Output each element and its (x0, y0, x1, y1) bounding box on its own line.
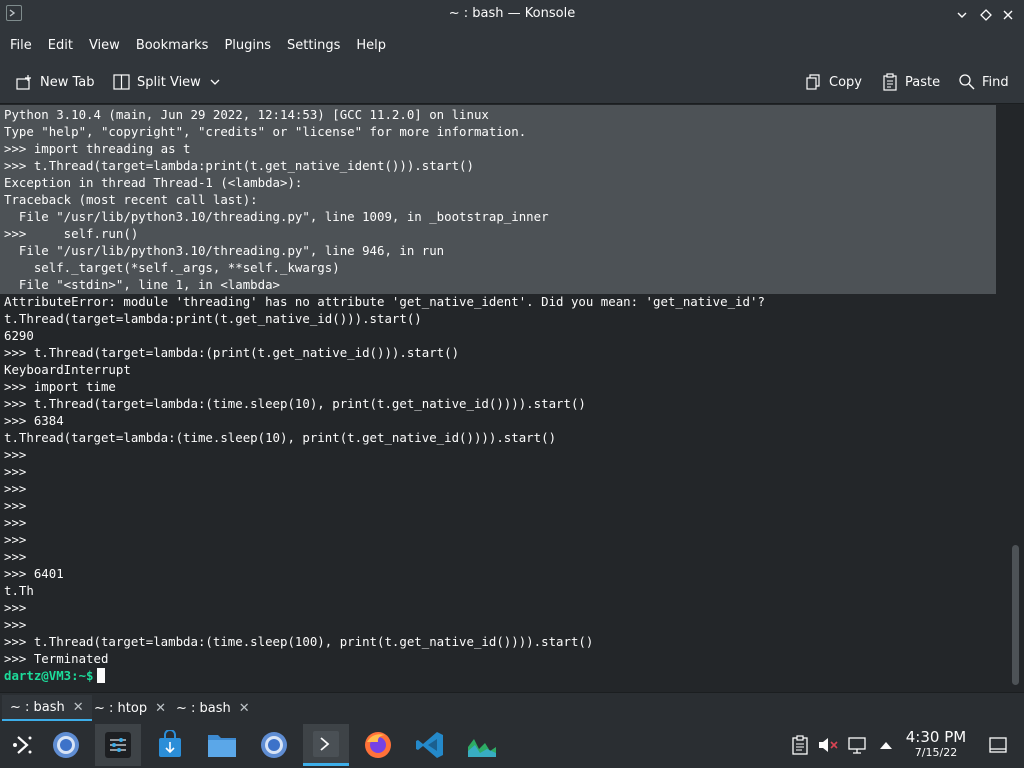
terminal-output: Python 3.10.4 (main, Jun 29 2022, 12:14:… (4, 106, 765, 684)
show-desktop-icon[interactable] (976, 724, 1020, 766)
find-label: Find (982, 74, 1009, 90)
chevron-down-icon (957, 12, 967, 18)
system-monitor-icon[interactable] (459, 724, 505, 766)
scrollbar-thumb[interactable] (1012, 545, 1019, 685)
menu-file[interactable]: File (4, 38, 38, 53)
split-view-icon (113, 74, 130, 90)
paste-label: Paste (905, 74, 941, 90)
application-launcher-icon[interactable] (0, 724, 46, 766)
terminal-line: >>> Terminated (4, 651, 109, 666)
terminal-line: Exception in thread Thread-1 (<lambda>): (4, 175, 303, 190)
terminal-line: >>> 6384 (4, 413, 64, 428)
terminal-line: t.Thread(target=lambda:print(t.get_nativ… (4, 311, 422, 326)
split-view-button[interactable]: Split View (113, 71, 227, 93)
menu-bookmarks[interactable]: Bookmarks (130, 38, 215, 53)
close-window-button[interactable] (998, 5, 1018, 25)
menu-view[interactable]: View (83, 38, 126, 53)
dolphin-icon[interactable] (199, 724, 245, 766)
firefox-icon[interactable] (355, 724, 401, 766)
terminal-line: >>> 6401 (4, 566, 64, 581)
terminal-line: >>> (4, 464, 27, 479)
terminal-line: >>> (4, 481, 27, 496)
maximize-button[interactable] (976, 5, 996, 25)
diamond-icon (980, 9, 992, 21)
terminal-line: >>> (4, 447, 27, 462)
prompt-path: :~$ (71, 668, 94, 683)
window-titlebar[interactable]: ~ : bash — Konsole (0, 0, 1024, 30)
close-icon[interactable]: ✕ (155, 701, 166, 716)
terminal-line: 6290 (4, 328, 34, 343)
copy-icon (806, 74, 820, 90)
terminal-line: >>> import time (4, 379, 116, 394)
terminal-line: self._target(*self._args, **self._kwargs… (4, 260, 340, 275)
chromium-icon[interactable] (43, 724, 89, 766)
copy-button[interactable]: Copy (805, 71, 862, 93)
konsole-icon[interactable] (303, 724, 349, 766)
terminal-line: >>> t.Thread(target=lambda:(time.sleep(1… (4, 396, 586, 411)
terminal-line: t.Thread(target=lambda:(time.sleep(10), … (4, 430, 557, 445)
new-tab-icon (16, 75, 31, 90)
terminal-line: >>> (4, 532, 27, 547)
terminal-view[interactable]: Python 3.10.4 (main, Jun 29 2022, 12:14:… (0, 105, 1008, 692)
menu-bar: File Edit View Bookmarks Plugins Setting… (0, 30, 1024, 60)
find-button[interactable]: Find (958, 71, 1009, 93)
close-icon[interactable]: ✕ (73, 700, 84, 715)
terminal-line: Type "help", "copyright", "credits" or "… (4, 124, 527, 139)
terminal-line: t.Th (4, 583, 34, 598)
clock-date: 7/15/22 (914, 746, 958, 759)
terminal-line: >>> (4, 617, 27, 632)
clock-time: 4:30 PM (905, 728, 967, 746)
menu-help[interactable]: Help (350, 38, 392, 53)
toolbar: New Tab Split View Copy Paste Find (0, 60, 1024, 104)
terminal-line: File "<stdin>", line 1, in <lambda> (4, 277, 281, 292)
copy-label: Copy (829, 74, 862, 90)
terminal-line: File "/usr/lib/python3.10/threading.py",… (4, 243, 445, 258)
terminal-line: >>> (4, 549, 27, 564)
search-icon (959, 74, 975, 90)
tab-bar: ~ : bash ✕ ~ : htop ✕ ~ : bash ✕ (0, 692, 1024, 722)
tab-label: ~ : bash (10, 699, 65, 715)
split-view-label: Split View (137, 74, 201, 90)
tab-label: ~ : bash (176, 700, 231, 716)
menu-plugins[interactable]: Plugins (218, 38, 277, 53)
terminal-scrollbar[interactable] (1008, 105, 1024, 692)
terminal-line: Python 3.10.4 (main, Jun 29 2022, 12:14:… (4, 107, 489, 122)
new-tab-button[interactable]: New Tab (16, 71, 95, 93)
terminal-line: >>> (4, 498, 27, 513)
prompt-user: dartz@VM3 (4, 668, 72, 683)
chromium-icon[interactable] (251, 724, 297, 766)
menu-edit[interactable]: Edit (42, 38, 79, 53)
tab-bash-2[interactable]: ~ : bash ✕ (168, 695, 258, 721)
terminal-line: >>> t.Thread(target=lambda:print(t.get_n… (4, 158, 474, 173)
close-icon[interactable]: ✕ (239, 701, 250, 716)
terminal-line: >>> self.run() (4, 226, 139, 241)
tab-bash-1[interactable]: ~ : bash ✕ (2, 695, 92, 721)
close-icon (1003, 10, 1013, 20)
digital-clock[interactable]: 4:30 PM 7/15/22 (900, 728, 972, 760)
paste-button[interactable]: Paste (881, 71, 940, 93)
new-tab-label: New Tab (40, 74, 95, 90)
terminal-line: >>> t.Thread(target=lambda:(time.sleep(1… (4, 634, 594, 649)
shell-prompt-line[interactable]: dartz@VM3:~$ (4, 667, 765, 684)
window-title: ~ : bash — Konsole (448, 6, 576, 21)
terminal-line: >>> import threading as t (4, 141, 191, 156)
vscode-icon[interactable] (407, 724, 453, 766)
terminal-line: AttributeError: module 'threading' has n… (4, 294, 765, 309)
minimize-button[interactable] (952, 5, 972, 25)
terminal-line: >>> (4, 600, 27, 615)
taskbar-panel: 4:30 PM 7/15/22 (0, 722, 1024, 768)
chevron-down-icon (210, 79, 220, 85)
paste-icon (883, 73, 897, 91)
terminal-line: >>> t.Thread(target=lambda:(print(t.get_… (4, 345, 460, 360)
terminal-line: KeyboardInterrupt (4, 362, 131, 377)
system-settings-icon[interactable] (95, 724, 141, 766)
discover-icon[interactable] (147, 724, 193, 766)
text-cursor (96, 668, 105, 683)
terminal-line: Traceback (most recent call last): (4, 192, 258, 207)
terminal-line: >>> (4, 515, 27, 530)
tab-label: ~ : htop (94, 700, 148, 716)
tab-htop[interactable]: ~ : htop ✕ (86, 695, 174, 721)
menu-settings[interactable]: Settings (281, 38, 346, 53)
terminal-line: File "/usr/lib/python3.10/threading.py",… (4, 209, 549, 224)
